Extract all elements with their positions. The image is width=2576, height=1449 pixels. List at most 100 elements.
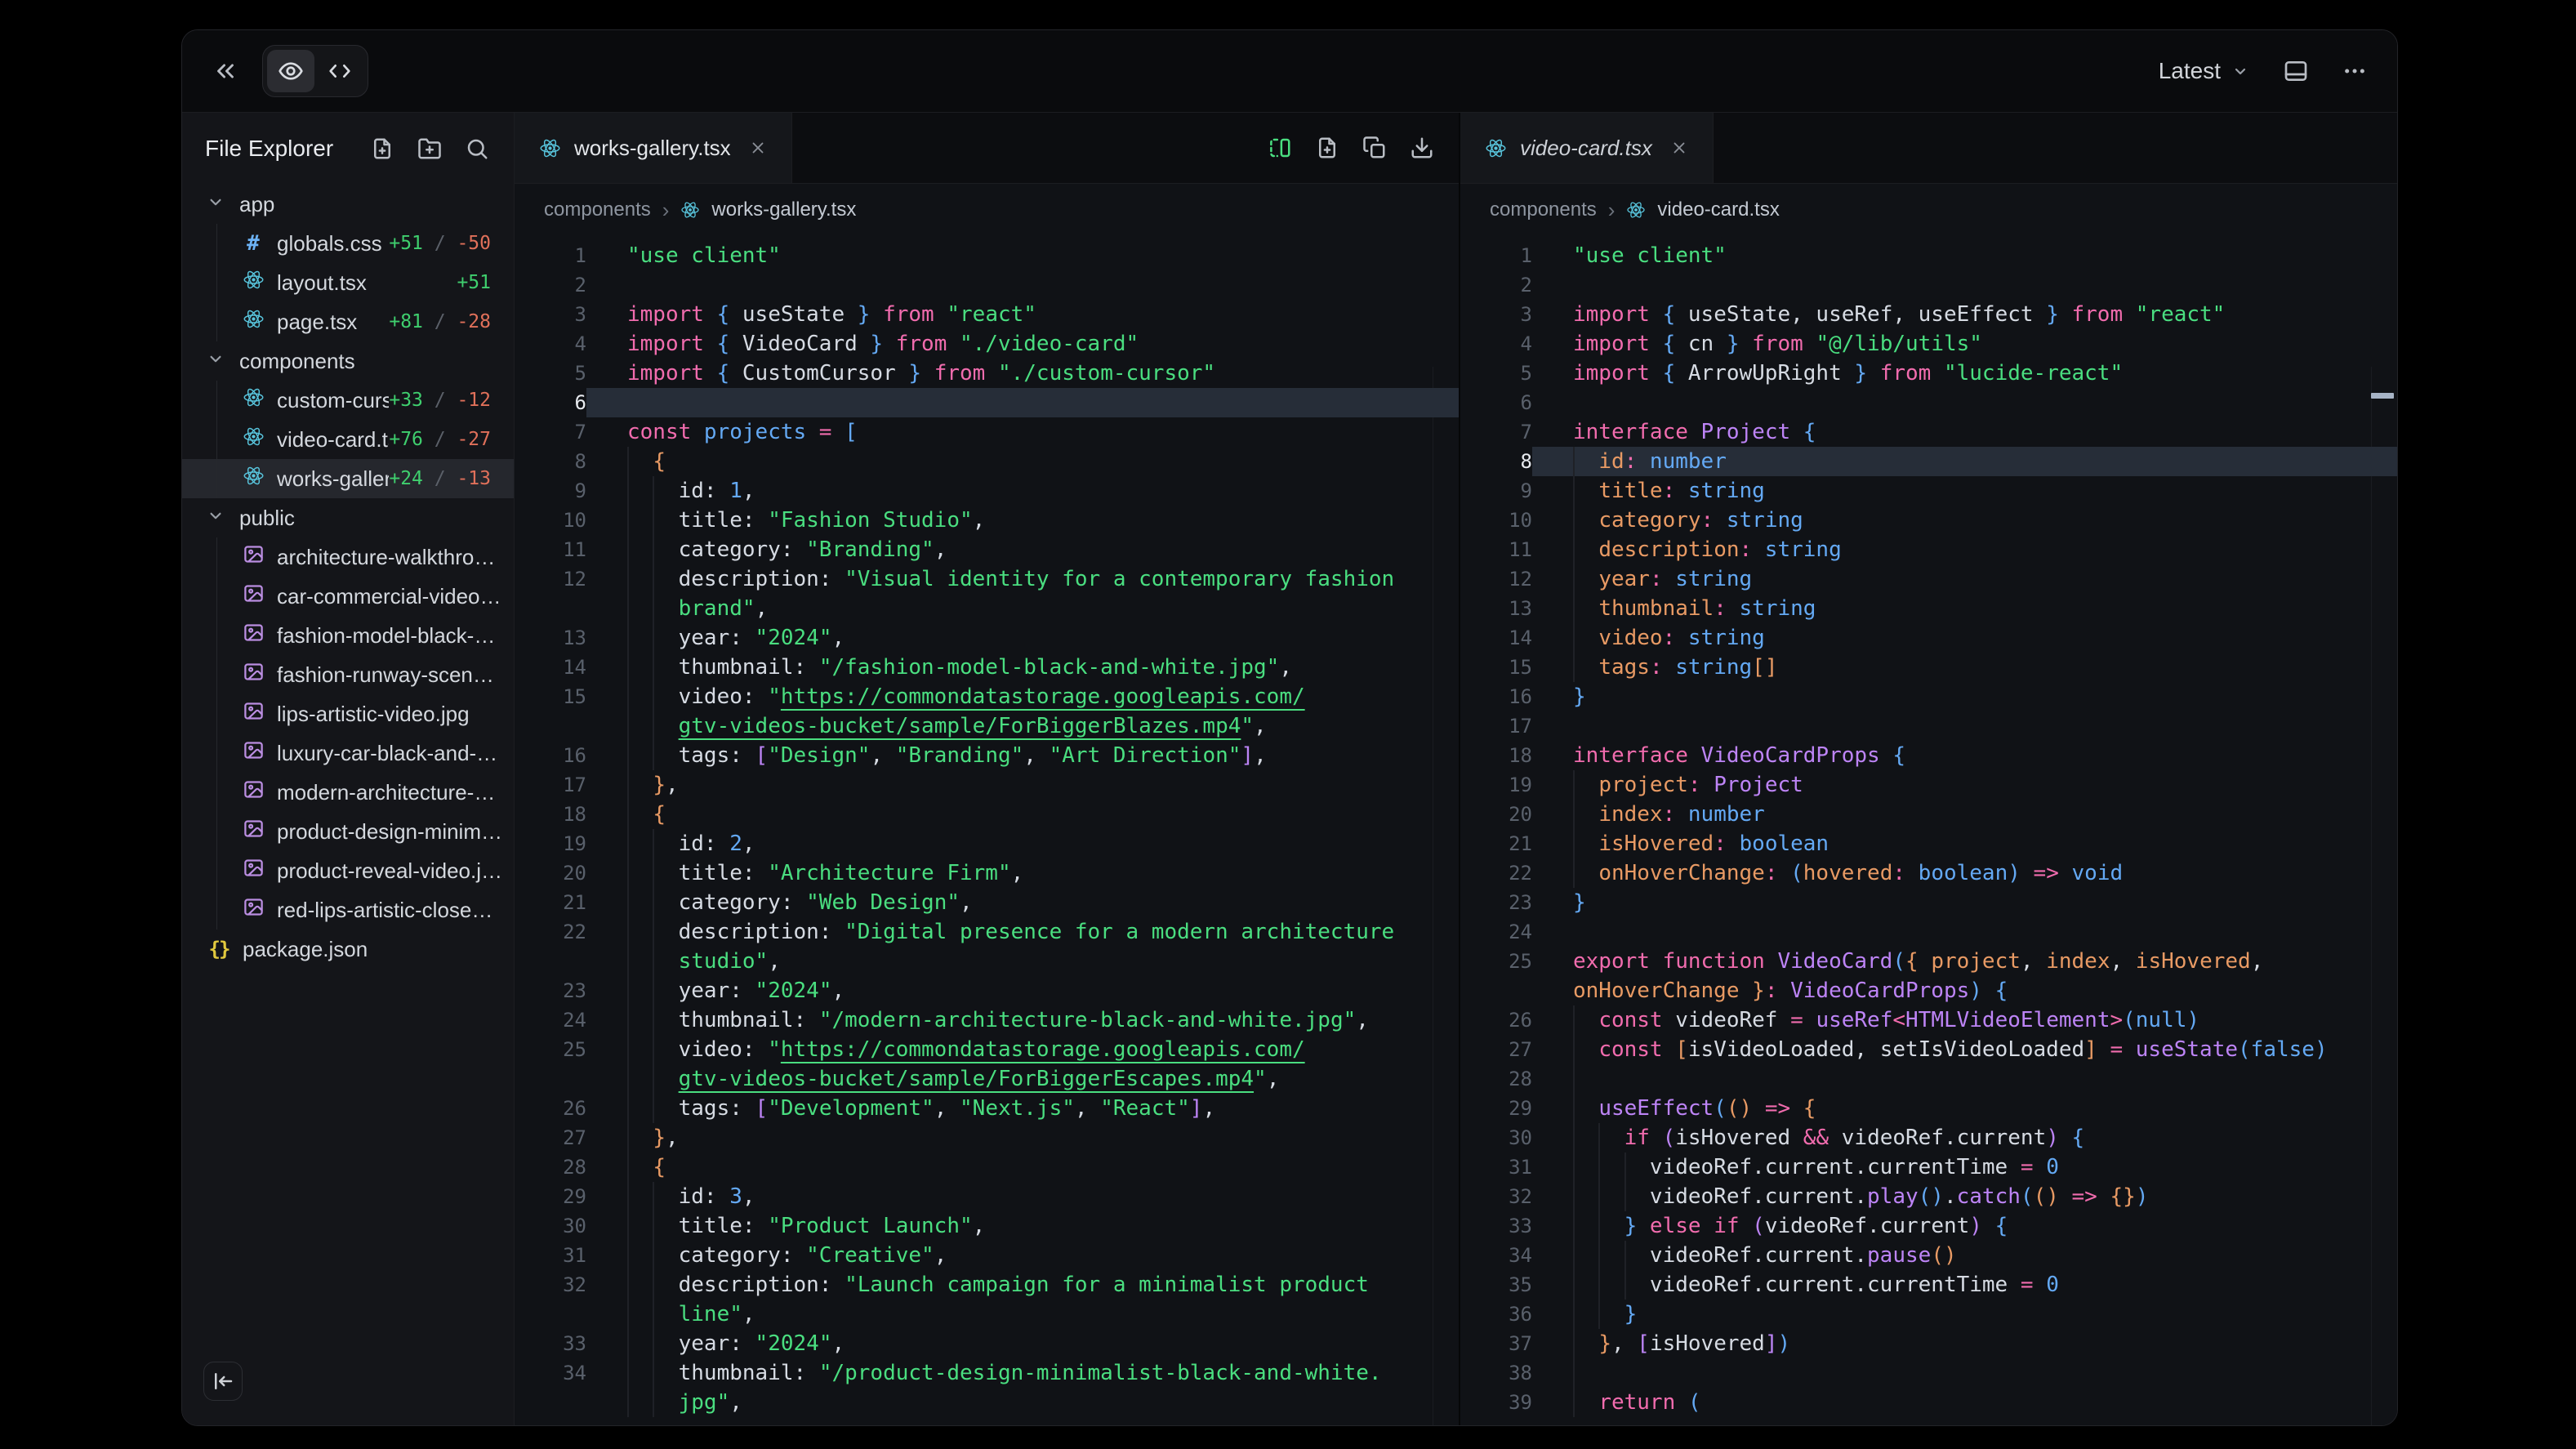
code-line[interactable]: 6: [515, 388, 1459, 417]
code-line[interactable]: 32 videoRef.current.play().catch(() => {…: [1460, 1182, 2397, 1211]
breadcrumb-folder[interactable]: components: [544, 198, 651, 221]
sidebar-item-globals.css[interactable]: #globals.css+51 / -50: [182, 224, 514, 263]
sidebar-folder-components[interactable]: components: [182, 341, 514, 381]
sidebar-item-page.tsx[interactable]: page.tsx+81 / -28: [182, 302, 514, 341]
code-editor[interactable]: 1"use client"23import { useState, useRef…: [1460, 236, 2397, 1425]
breadcrumb-folder[interactable]: components: [1490, 198, 1597, 221]
code-line[interactable]: 28: [1460, 1064, 2397, 1094]
new-file-button[interactable]: [370, 136, 394, 161]
code-line[interactable]: 6: [1460, 388, 2397, 417]
code-line[interactable]: 14 video: string: [1460, 623, 2397, 653]
collapse-panel-button[interactable]: [203, 1362, 243, 1401]
code-line[interactable]: 1"use client": [1460, 241, 2397, 270]
code-line[interactable]: 29 id: 3,: [515, 1182, 1459, 1211]
version-selector[interactable]: Latest: [2159, 58, 2250, 84]
code-line[interactable]: 23 year: "2024",: [515, 976, 1459, 1005]
code-line[interactable]: 17 },: [515, 770, 1459, 800]
code-line[interactable]: studio",: [515, 947, 1459, 976]
code-line[interactable]: 3import { useState } from "react": [515, 300, 1459, 329]
code-line[interactable]: gtv-videos-bucket/sample/ForBiggerEscape…: [515, 1064, 1459, 1094]
code-line[interactable]: 1"use client": [515, 241, 1459, 270]
sidebar-item-fashion-runway-scen[interactable]: fashion-runway-scen…: [182, 655, 514, 694]
panel-layout-button[interactable]: [2283, 58, 2309, 84]
sidebar-item-layout.tsx[interactable]: layout.tsx+51: [182, 263, 514, 302]
code-line[interactable]: onHoverChange }: VideoCardProps) {: [1460, 976, 2397, 1005]
code-line[interactable]: 37 }, [isHovered]): [1460, 1329, 2397, 1358]
code-line[interactable]: 16 tags: ["Design", "Branding", "Art Dir…: [515, 741, 1459, 770]
code-line[interactable]: 32 description: "Launch campaign for a m…: [515, 1270, 1459, 1300]
code-line[interactable]: 34 videoRef.current.pause(): [1460, 1241, 2397, 1270]
code-line[interactable]: 4import { VideoCard } from "./video-card…: [515, 329, 1459, 359]
code-line[interactable]: jpg",: [515, 1388, 1459, 1417]
code-line[interactable]: 11 description: string: [1460, 535, 2397, 564]
code-line[interactable]: 13 thumbnail: string: [1460, 594, 2397, 623]
add-file-button[interactable]: [1315, 136, 1339, 160]
code-line[interactable]: 38: [1460, 1358, 2397, 1388]
code-line[interactable]: 2: [1460, 270, 2397, 300]
compare-split-button[interactable]: [1268, 136, 1292, 160]
sidebar-item-red-lips-artistic-close[interactable]: red-lips-artistic-close…: [182, 890, 514, 930]
sidebar-item-product-reveal-video.j[interactable]: product-reveal-video.j…: [182, 851, 514, 890]
code-line[interactable]: 5import { CustomCursor } from "./custom-…: [515, 359, 1459, 388]
code-line[interactable]: 2: [515, 270, 1459, 300]
code-line[interactable]: 10 title: "Fashion Studio",: [515, 506, 1459, 535]
code-line[interactable]: 36 }: [1460, 1300, 2397, 1329]
sidebar-item-package.json[interactable]: {}package.json: [182, 930, 514, 969]
code-line[interactable]: 22 onHoverChange: (hovered: boolean) => …: [1460, 858, 2397, 888]
code-line[interactable]: 39 return (: [1460, 1388, 2397, 1417]
code-line[interactable]: 29 useEffect(() => {: [1460, 1094, 2397, 1123]
code-line[interactable]: 12 year: string: [1460, 564, 2397, 594]
sidebar-folder-public[interactable]: public: [182, 498, 514, 537]
more-options-button[interactable]: [2342, 58, 2368, 84]
code-line[interactable]: 13 year: "2024",: [515, 623, 1459, 653]
code-line[interactable]: 34 thumbnail: "/product-design-minimalis…: [515, 1358, 1459, 1388]
code-line[interactable]: 27 },: [515, 1123, 1459, 1153]
code-line[interactable]: 12 description: "Visual identity for a c…: [515, 564, 1459, 594]
code-line[interactable]: 35 videoRef.current.currentTime = 0: [1460, 1270, 2397, 1300]
code-line[interactable]: 16}: [1460, 682, 2397, 711]
code-line[interactable]: gtv-videos-bucket/sample/ForBiggerBlazes…: [515, 711, 1459, 741]
sidebar-item-lips-artistic-video.jpg[interactable]: lips-artistic-video.jpg: [182, 694, 514, 733]
code-line[interactable]: 27 const [isVideoLoaded, setIsVideoLoade…: [1460, 1035, 2397, 1064]
code-line[interactable]: 7const projects = [: [515, 417, 1459, 447]
code-line[interactable]: 22 description: "Digital presence for a …: [515, 917, 1459, 947]
code-line[interactable]: 26 tags: ["Development", "Next.js", "Rea…: [515, 1094, 1459, 1123]
breadcrumb-file[interactable]: works-gallery.tsx: [711, 198, 856, 221]
code-line[interactable]: 33 year: "2024",: [515, 1329, 1459, 1358]
code-line[interactable]: 25 video: "https://commondatastorage.goo…: [515, 1035, 1459, 1064]
code-line[interactable]: 5import { ArrowUpRight } from "lucide-re…: [1460, 359, 2397, 388]
search-button[interactable]: [465, 136, 489, 161]
sidebar-item-architecture-walkthro[interactable]: architecture-walkthro…: [182, 537, 514, 577]
tab-works-gallery[interactable]: works-gallery.tsx: [515, 113, 792, 183]
code-toggle-button[interactable]: [316, 50, 363, 92]
code-line[interactable]: 33 } else if (videoRef.current) {: [1460, 1211, 2397, 1241]
sidebar-item-product-design-minim[interactable]: product-design-minim…: [182, 812, 514, 851]
code-line[interactable]: 15 tags: string[]: [1460, 653, 2397, 682]
code-line[interactable]: 4import { cn } from "@/lib/utils": [1460, 329, 2397, 359]
code-line[interactable]: 9 id: 1,: [515, 476, 1459, 506]
code-line[interactable]: 31 category: "Creative",: [515, 1241, 1459, 1270]
code-line[interactable]: 7interface Project {: [1460, 417, 2397, 447]
collapse-sidebar-button[interactable]: [212, 57, 239, 85]
code-line[interactable]: 8 id: number: [1460, 447, 2397, 476]
code-line[interactable]: 30 title: "Product Launch",: [515, 1211, 1459, 1241]
code-line[interactable]: 20 title: "Architecture Firm",: [515, 858, 1459, 888]
code-line[interactable]: 18 {: [515, 800, 1459, 829]
sidebar-item-fashion-model-black-[interactable]: fashion-model-black-…: [182, 616, 514, 655]
breadcrumb-file[interactable]: video-card.tsx: [1657, 198, 1779, 221]
new-folder-button[interactable]: [417, 136, 442, 161]
code-line[interactable]: 25export function VideoCard({ project, i…: [1460, 947, 2397, 976]
code-line[interactable]: 3import { useState, useRef, useEffect } …: [1460, 300, 2397, 329]
code-line[interactable]: 30 if (isHovered && videoRef.current) {: [1460, 1123, 2397, 1153]
code-line[interactable]: 20 index: number: [1460, 800, 2397, 829]
tab-video-card[interactable]: video-card.tsx: [1460, 113, 1714, 183]
code-line[interactable]: 11 category: "Branding",: [515, 535, 1459, 564]
code-line[interactable]: 17: [1460, 711, 2397, 741]
code-line[interactable]: 24: [1460, 917, 2397, 947]
code-line[interactable]: brand",: [515, 594, 1459, 623]
code-line[interactable]: 28 {: [515, 1153, 1459, 1182]
code-editor[interactable]: 1"use client"23import { useState } from …: [515, 236, 1459, 1425]
code-line[interactable]: 23}: [1460, 888, 2397, 917]
preview-toggle-button[interactable]: [267, 50, 314, 92]
sidebar-folder-app[interactable]: app: [182, 185, 514, 224]
